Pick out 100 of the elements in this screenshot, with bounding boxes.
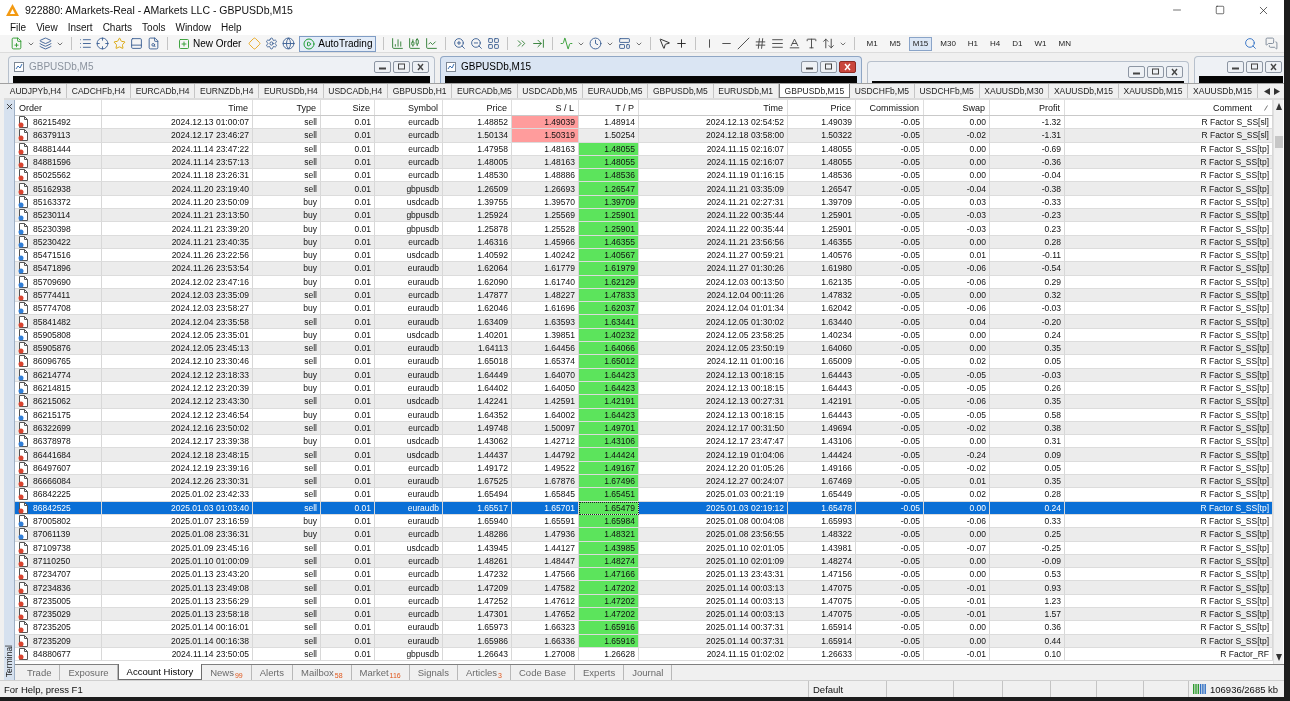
chart-tab[interactable]: EURCADb,H4 bbox=[130, 84, 196, 98]
menu-item[interactable]: Window bbox=[170, 22, 217, 33]
table-row[interactable]: 85471896 2024.11.26 23:53:54 buy 0.01 euraudb 1.62064 1.61779 1.61979 2024.11.27 01:30:26 1.61980 -0.05 -0.06 -0.54 R Factor S_SS[tp] bbox=[15, 262, 1273, 276]
timeframe-button[interactable]: D1 bbox=[1008, 36, 1027, 51]
table-row[interactable]: 87061139 2025.01.08 23:36:31 buy 0.01 eurcadb 1.48286 1.47936 1.48321 2025.01.08 23:56:55 1.48322 -0.05 0.00 0.25 R Factor S_SS[tp] bbox=[15, 528, 1273, 542]
up-arrow-icon[interactable] bbox=[1275, 103, 1282, 110]
close-icon[interactable] bbox=[4, 102, 14, 111]
chart-tab[interactable]: EURUSDb,H4 bbox=[259, 84, 324, 98]
menu-item[interactable]: View bbox=[31, 22, 63, 33]
plus-icon[interactable] bbox=[675, 37, 689, 50]
chart-tab[interactable]: EURUSDb,M1 bbox=[713, 84, 779, 98]
search-icon[interactable] bbox=[1244, 37, 1257, 50]
cursor-icon[interactable] bbox=[658, 37, 672, 50]
panel-tab[interactable]: Account History bbox=[117, 664, 203, 680]
minimize-icon[interactable] bbox=[1227, 60, 1244, 73]
table-row[interactable]: 86666084 2024.12.26 23:30:31 sell 0.01 euraudb 1.67525 1.67876 1.67496 2024.12.27 00:24:07 1.67469 -0.05 0.01 0.35 R Factor S_SS[tp] bbox=[15, 475, 1273, 489]
zoom-out-icon[interactable] bbox=[470, 37, 484, 50]
chart-tab[interactable]: GBPUSDb,M5 bbox=[648, 84, 714, 98]
left-arrow-icon[interactable] bbox=[1263, 87, 1270, 95]
timeframe-button[interactable]: MN bbox=[1054, 36, 1075, 51]
line-chart-icon[interactable] bbox=[425, 37, 439, 50]
table-row[interactable]: 87234836 2025.01.13 23:49:08 sell 0.01 eurcadb 1.47209 1.47582 1.47202 2025.01.14 00:03:13 1.47075 -0.05 -0.01 0.93 R Factor S_SS[tp] bbox=[15, 581, 1273, 595]
right-arrow-icon[interactable] bbox=[1273, 87, 1280, 95]
chart-tab[interactable]: GBPUSDb,M15 bbox=[778, 84, 850, 98]
zoom-in-icon[interactable] bbox=[453, 37, 467, 50]
list-icon[interactable] bbox=[79, 37, 92, 50]
chart-tab[interactable]: EURAUDb,M5 bbox=[582, 84, 649, 98]
chart-tab[interactable]: USDCHFb,M5 bbox=[849, 84, 915, 98]
chart-tab[interactable]: GBPUSDb,H1 bbox=[387, 84, 453, 98]
text-label-icon[interactable] bbox=[805, 37, 819, 50]
table-row[interactable]: 86441684 2024.12.18 23:48:15 sell 0.01 usdcadb 1.44437 1.44792 1.44424 2024.12.19 01:04:06 1.44424 -0.05 -0.24 0.09 R Factor S_SS[tp] bbox=[15, 448, 1273, 462]
timeframe-button[interactable]: M5 bbox=[885, 36, 905, 51]
settings-icon[interactable] bbox=[265, 37, 279, 50]
chart-tab[interactable]: EURCADb,M5 bbox=[452, 84, 518, 98]
restore-icon[interactable] bbox=[393, 60, 410, 73]
timeframe-button[interactable]: W1 bbox=[1030, 36, 1051, 51]
table-row[interactable]: 85162938 2024.11.20 23:19:40 sell 0.01 gbpusdb 1.26509 1.26693 1.26547 2024.11.21 03:35:09 1.26547 -0.05 -0.04 -0.38 R Factor S_SS[tp] bbox=[15, 182, 1273, 196]
close-icon[interactable] bbox=[1166, 65, 1183, 78]
candlestick-icon[interactable] bbox=[408, 37, 422, 50]
menu-item[interactable]: File bbox=[5, 22, 32, 33]
scrollbar-thumb[interactable] bbox=[1274, 136, 1283, 148]
table-row[interactable]: 85905876 2024.12.05 23:45:13 sell 0.01 euraudb 1.64113 1.64456 1.64066 2024.12.05 23:50:19 1.64060 -0.05 0.00 0.35 R Factor S_SS[tp] bbox=[15, 342, 1273, 356]
activity-icon[interactable] bbox=[560, 37, 574, 50]
chart-window[interactable] bbox=[1194, 56, 1284, 83]
timeframe-button[interactable]: M15 bbox=[908, 36, 933, 51]
timeframe-button[interactable]: M1 bbox=[862, 36, 882, 51]
menu-item[interactable]: Insert bbox=[62, 22, 98, 33]
chart-tab[interactable]: XAUUSDb,M15 bbox=[1049, 84, 1119, 98]
chart-window[interactable] bbox=[867, 61, 1189, 83]
chat-icon[interactable] bbox=[1265, 37, 1278, 50]
panel-icon[interactable] bbox=[130, 37, 143, 50]
lines-icon[interactable] bbox=[771, 37, 785, 50]
minimize-icon[interactable] bbox=[801, 60, 818, 73]
timeframe-button[interactable]: M30 bbox=[936, 36, 960, 51]
restore-icon[interactable] bbox=[1147, 65, 1164, 78]
menu-item[interactable]: Charts bbox=[97, 22, 138, 33]
template-icon[interactable] bbox=[618, 37, 632, 50]
chart-tab[interactable]: CADCHFb,H4 bbox=[67, 84, 131, 98]
menu-item[interactable]: Help bbox=[216, 22, 247, 33]
chart-tab[interactable]: USDCHFb,M5 bbox=[914, 84, 980, 98]
chart-tab[interactable]: AUDJPYb,H4 bbox=[5, 84, 67, 98]
close-icon[interactable] bbox=[1265, 60, 1282, 73]
timeframe-button[interactable]: H4 bbox=[986, 36, 1005, 51]
minimize-icon[interactable] bbox=[374, 60, 391, 73]
bar-chart-icon[interactable] bbox=[391, 37, 405, 50]
menu-item[interactable]: Tools bbox=[137, 22, 171, 33]
restore-icon[interactable] bbox=[1246, 60, 1263, 73]
chart-tab[interactable]: EURNZDb,H4 bbox=[195, 84, 260, 98]
text-icon[interactable] bbox=[788, 37, 802, 50]
minimize-icon[interactable] bbox=[1128, 65, 1145, 78]
clock-icon[interactable] bbox=[589, 37, 603, 50]
table-row[interactable]: 86215062 2024.12.12 23:43:30 sell 0.01 usdcadb 1.42241 1.42591 1.42191 2024.12.13 00:27:31 1.42191 -0.05 -0.06 0.35 R Factor S_SS[tp] bbox=[15, 395, 1273, 409]
grid-icon[interactable] bbox=[487, 37, 501, 50]
file-plus-icon[interactable] bbox=[10, 37, 23, 50]
arrow-to-line-icon[interactable] bbox=[532, 37, 546, 50]
chart-window[interactable]: GBPUSDb,M15 bbox=[440, 56, 862, 83]
table-row[interactable]: 86379113 2024.12.17 23:46:27 sell 0.01 eurcadb 1.50134 1.50319 1.50254 2024.12.18 03:58:00 1.50322 -0.05 -0.02 -1.31 R Factor S_SS[sl] bbox=[15, 129, 1273, 143]
layers-icon[interactable] bbox=[39, 37, 52, 50]
star-icon[interactable] bbox=[113, 37, 126, 50]
file-search-icon[interactable] bbox=[147, 37, 160, 50]
diagonal-line-icon[interactable] bbox=[737, 37, 751, 50]
chart-tab[interactable]: USDCADb,M5 bbox=[517, 84, 583, 98]
crosshair-icon[interactable] bbox=[96, 37, 109, 50]
new-order-button[interactable]: New Order bbox=[175, 35, 245, 52]
close-icon[interactable] bbox=[412, 60, 429, 73]
timeframe-button[interactable]: H1 bbox=[963, 36, 983, 51]
channel-icon[interactable] bbox=[754, 37, 768, 50]
chart-tab[interactable]: XAUUSDb,M15 bbox=[1188, 84, 1258, 98]
table-row[interactable]: 85841482 2024.12.04 23:35:58 sell 0.01 euraudb 1.63409 1.63593 1.63441 2024.12.05 01:30:02 1.63440 -0.05 0.04 -0.20 R Factor S_SS[tp] bbox=[15, 315, 1273, 329]
globe-icon[interactable] bbox=[282, 37, 296, 50]
chart-tab[interactable]: XAUUSDb,M15 bbox=[1118, 84, 1189, 98]
arrows-icon[interactable] bbox=[822, 37, 836, 50]
maximize-icon[interactable] bbox=[1215, 5, 1225, 15]
chart-tab[interactable]: USDCADb,H4 bbox=[323, 84, 388, 98]
scrollbar[interactable] bbox=[1273, 100, 1283, 664]
restore-icon[interactable] bbox=[820, 60, 837, 73]
down-arrow-icon[interactable] bbox=[1275, 654, 1282, 661]
table-row[interactable]: 85230114 2024.11.21 23:13:50 buy 0.01 gbpusdb 1.25924 1.25569 1.25901 2024.11.22 00:35:44 1.25901 -0.05 -0.03 -0.23 R Factor S_SS[tp] bbox=[15, 209, 1273, 223]
chart-tab[interactable]: XAUUSDb,M30 bbox=[979, 84, 1050, 98]
close-icon[interactable] bbox=[839, 60, 856, 73]
